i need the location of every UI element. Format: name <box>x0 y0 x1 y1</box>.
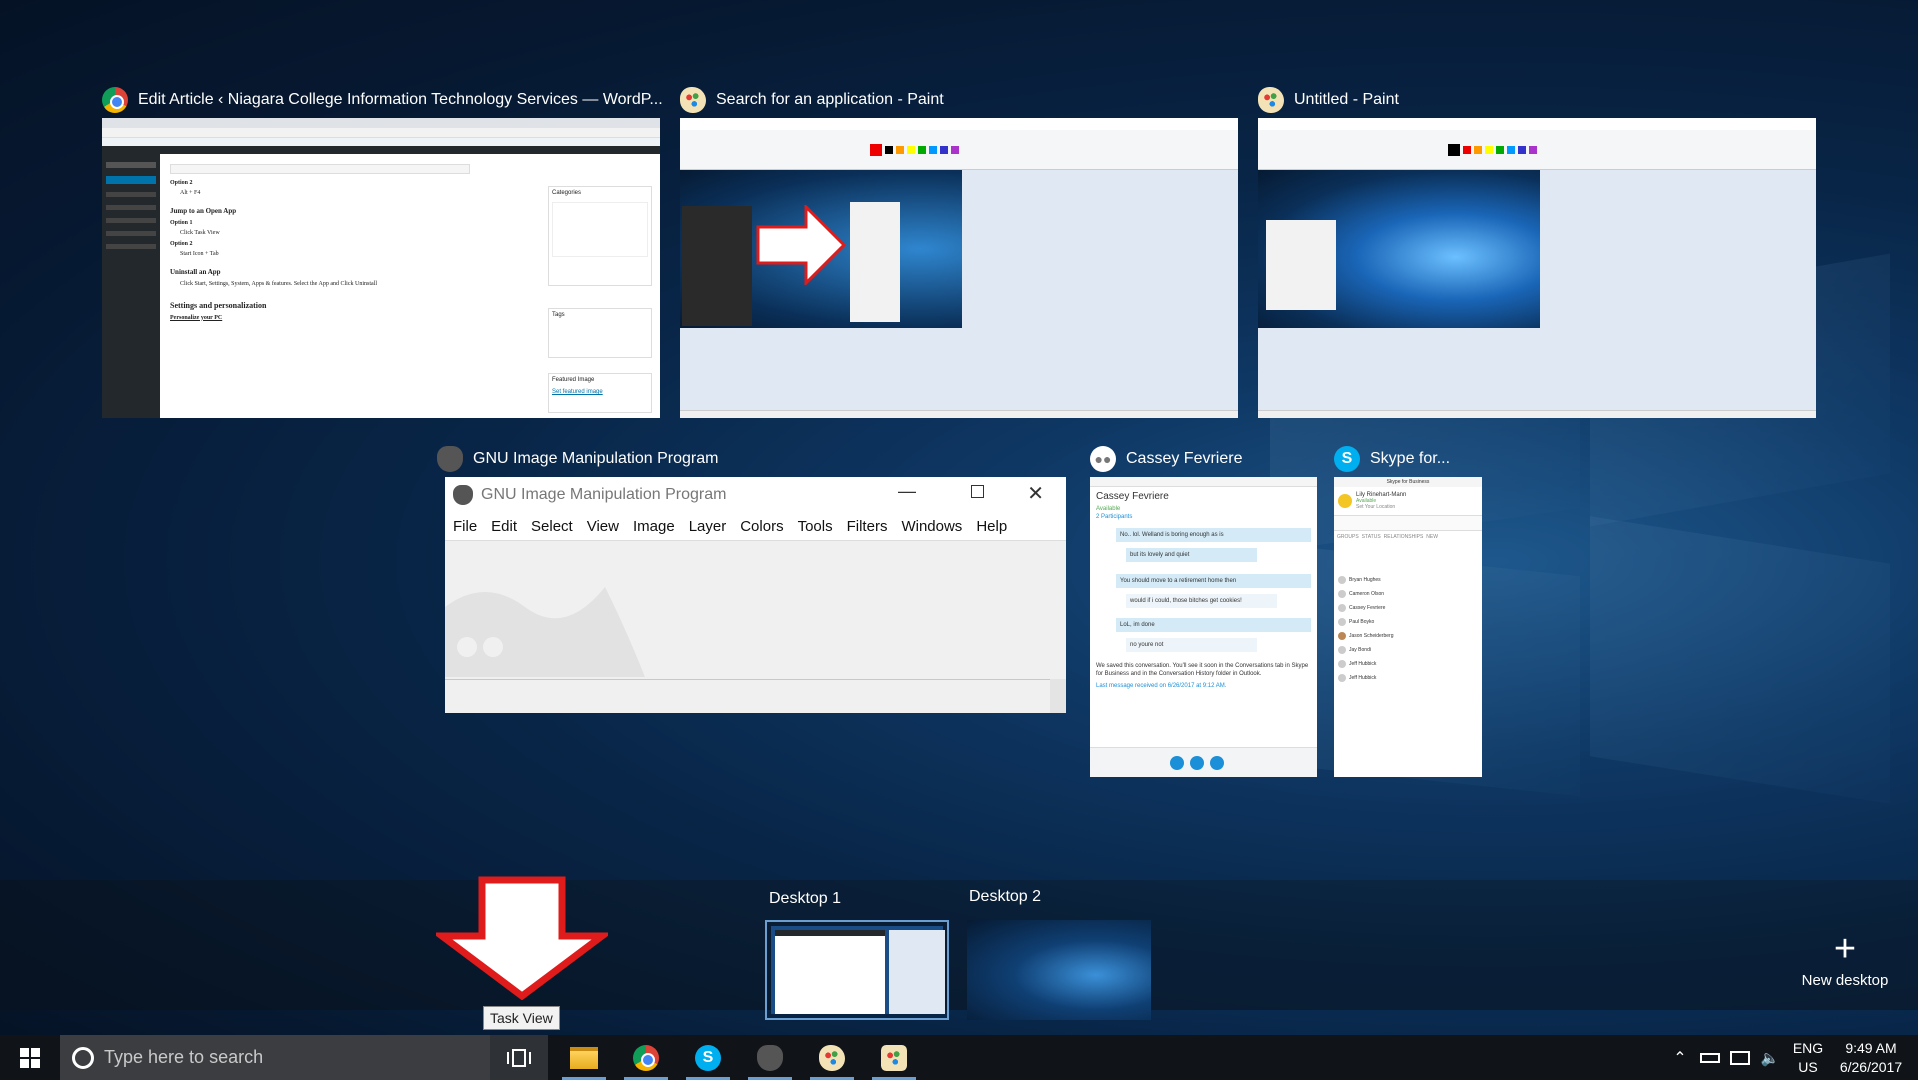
chrome-icon <box>633 1044 659 1071</box>
paint-icon <box>819 1044 845 1071</box>
window-gimp-thumbnail: GNU Image Manipulation Program — ✕ File … <box>445 477 1066 713</box>
cortana-icon <box>72 1046 94 1069</box>
gimp-wilber-icon <box>445 587 645 677</box>
clock[interactable]: 9:49 AM 6/26/2017 <box>1832 1035 1910 1080</box>
clock-date: 6/26/2017 <box>1839 1058 1903 1075</box>
taskbar-paint-tool[interactable] <box>866 1035 922 1080</box>
window-skype-chat[interactable]: ●● Cassey Fevriere Cassey Fevriere Avail… <box>1090 446 1317 777</box>
menu-select: Select <box>531 518 573 535</box>
window-paint-search-title: Search for an application - Paint <box>680 86 944 114</box>
arrow-right-icon <box>756 205 846 285</box>
task-view-tooltip: Task View <box>483 1006 560 1030</box>
window-gimp[interactable]: GNU Image Manipulation Program GNU Image… <box>437 446 1066 713</box>
menu-tools: Tools <box>797 518 833 535</box>
new-desktop-button[interactable]: + New desktop <box>1790 930 1900 1000</box>
taskbar-gimp[interactable] <box>742 1035 798 1080</box>
task-view-button[interactable] <box>490 1035 548 1080</box>
volume-tray[interactable]: 🔈 <box>1756 1035 1784 1080</box>
video-call-icon <box>1170 755 1184 770</box>
paint-brush-icon <box>881 1044 907 1071</box>
menu-image: Image <box>632 518 675 535</box>
screen-share-icon <box>1210 755 1224 770</box>
battery-tray[interactable] <box>1696 1035 1724 1080</box>
battery-icon <box>1700 1052 1720 1063</box>
menu-windows: Windows <box>901 518 963 535</box>
taskbar-skype[interactable]: S <box>680 1035 736 1080</box>
plus-icon: + <box>1833 928 1857 970</box>
taskbar: Type here to search S ⌃ � <box>0 1035 1918 1080</box>
desktop-2-label: Desktop 2 <box>969 888 1042 905</box>
window-skype[interactable]: S Skype for... Skype for Business Lily R… <box>1334 446 1482 777</box>
skype-icon: S <box>695 1044 721 1071</box>
window-paint-search-thumbnail <box>680 118 1238 418</box>
arrow-down-icon <box>436 876 608 1000</box>
menu-filters: Filters <box>846 518 888 535</box>
gimp-menubar: File Edit Select View Image Layer Colors… <box>445 513 1066 541</box>
desktop-1-thumbnail[interactable]: Desktop 1 <box>765 890 949 1020</box>
window-skype-title: S Skype for... <box>1334 445 1450 473</box>
desktop-2-thumbnail[interactable]: Desktop 2 <box>967 888 1151 1020</box>
search-placeholder: Type here to search <box>104 1047 264 1067</box>
task-view-icon <box>507 1048 531 1067</box>
chrome-icon <box>102 87 128 113</box>
phone-icon <box>1190 755 1204 770</box>
new-desktop-label: New desktop <box>1801 972 1889 989</box>
menu-file: File <box>453 518 478 535</box>
window-paint-search[interactable]: Search for an application - Paint <box>680 87 1238 418</box>
language-indicator[interactable]: ENG US <box>1786 1035 1830 1080</box>
volume-muted-icon: 🔈 <box>1760 1049 1780 1067</box>
paint-icon <box>680 87 706 113</box>
window-paint-untitled-title: Untitled - Paint <box>1258 86 1399 114</box>
window-gimp-title: GNU Image Manipulation Program <box>437 445 718 473</box>
paint-icon <box>1258 87 1284 113</box>
window-chrome[interactable]: Edit Article ‹ Niagara College Informati… <box>102 87 663 418</box>
window-paint-untitled-thumbnail <box>1258 118 1816 418</box>
chat-icon: ●● <box>1090 446 1116 472</box>
window-chrome-thumbnail: Option 2 Alt + F4 Jump to an Open App Op… <box>102 118 660 418</box>
close-icon: ✕ <box>1027 483 1044 505</box>
menu-view: View <box>586 518 619 535</box>
taskbar-paint[interactable] <box>804 1035 860 1080</box>
menu-colors: Colors <box>740 518 784 535</box>
start-button[interactable] <box>0 1035 60 1080</box>
folder-icon <box>570 1046 598 1069</box>
maximize-icon <box>971 485 984 498</box>
minimize-icon: — <box>898 481 916 501</box>
taskbar-file-explorer[interactable] <box>556 1035 612 1080</box>
wp-heading: Option 2 <box>170 180 193 186</box>
skype-icon: S <box>1334 446 1360 472</box>
menu-layer: Layer <box>688 518 727 535</box>
desktop-1-label: Desktop 1 <box>769 890 842 907</box>
windows-logo-icon <box>20 1047 40 1068</box>
gimp-icon <box>437 446 463 472</box>
menu-help: Help <box>976 518 1008 535</box>
window-skype-thumbnail: Skype for Business Lily Rinehart-Mann Av… <box>1334 477 1482 777</box>
window-skype-chat-thumbnail: Cassey Fevriere Available 2 Participants… <box>1090 477 1317 777</box>
window-paint-untitled[interactable]: Untitled - Paint <box>1258 87 1816 418</box>
gimp-icon <box>757 1044 783 1071</box>
show-hidden-icons[interactable]: ⌃ <box>1666 1035 1694 1080</box>
window-chrome-title: Edit Article ‹ Niagara College Informati… <box>102 86 663 114</box>
menu-edit: Edit <box>491 518 518 535</box>
network-icon <box>1730 1050 1750 1065</box>
virtual-desktop-bar <box>0 880 1918 1010</box>
window-skype-chat-title: ●● Cassey Fevriere <box>1090 445 1242 473</box>
chevron-up-icon: ⌃ <box>1673 1049 1687 1067</box>
gimp-window-title: GNU Image Manipulation Program <box>481 486 727 503</box>
taskbar-chrome[interactable] <box>618 1035 674 1080</box>
clock-time: 9:49 AM <box>1845 1039 1897 1056</box>
gimp-icon <box>453 485 473 505</box>
network-tray[interactable] <box>1726 1035 1754 1080</box>
avatar <box>1338 494 1352 508</box>
search-box[interactable]: Type here to search <box>60 1035 490 1080</box>
